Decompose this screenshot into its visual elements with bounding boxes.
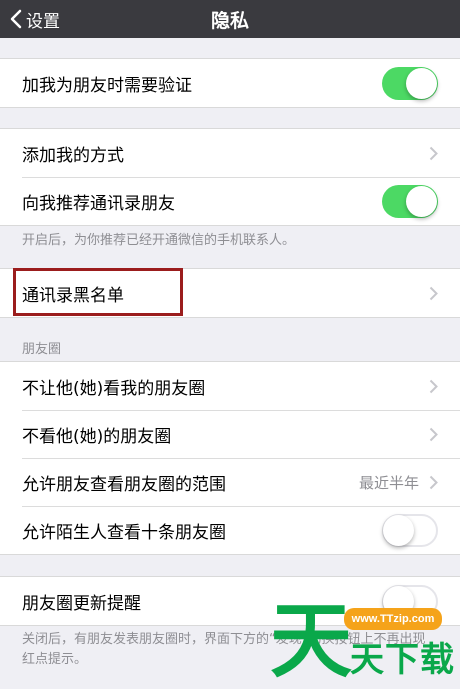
discovery-group: 添加我的方式 向我推荐通讯录朋友: [0, 128, 460, 226]
row-label: 允许朋友查看朋友圈的范围: [22, 474, 226, 495]
row-label: 不看他(她)的朋友圈: [22, 426, 172, 447]
watermark-url: www.TTzip.com: [344, 608, 442, 630]
row-label: 添加我的方式: [22, 145, 124, 166]
chevron-right-icon: [429, 146, 438, 160]
row-label: 加我为朋友时需要验证: [22, 75, 192, 96]
row-friend-verification: 加我为朋友时需要验证: [0, 59, 460, 107]
highlight-annotation: [13, 268, 183, 316]
chevron-right-icon: [429, 427, 438, 441]
chevron-right-icon: [429, 475, 438, 489]
chevron-right-icon: [429, 379, 438, 393]
watermark-logo: 天 天下载 www.TTzip.com: [270, 598, 460, 689]
verification-group: 加我为朋友时需要验证: [0, 58, 460, 108]
row-add-me-methods[interactable]: 添加我的方式: [0, 129, 460, 177]
row-label: 向我推荐通讯录朋友: [22, 193, 175, 214]
page-title: 隐私: [210, 9, 249, 32]
recommend-contacts-toggle[interactable]: [382, 184, 438, 218]
chevron-right-icon: [429, 286, 438, 300]
row-hide-their-moments[interactable]: 不看他(她)的朋友圈: [0, 410, 460, 458]
navigation-bar: 设置 隐私: [0, 0, 460, 38]
row-label: 允许陌生人查看十条朋友圈: [22, 522, 226, 543]
toggle-knob: [406, 67, 437, 99]
moments-range-value: 最近半年: [358, 473, 419, 492]
moments-group: 不让他(她)看我的朋友圈 不看他(她)的朋友圈 允许朋友查看朋友圈的范围 最近半…: [0, 361, 460, 555]
row-stranger-view: 允许陌生人查看十条朋友圈: [0, 506, 460, 554]
moments-section-header: 朋友圈: [22, 342, 62, 357]
stranger-view-toggle[interactable]: [382, 513, 438, 547]
row-moments-range[interactable]: 允许朋友查看朋友圈的范围 最近半年: [0, 458, 460, 506]
watermark-big-char: 天: [270, 594, 353, 689]
friend-verification-toggle[interactable]: [382, 66, 438, 100]
row-hide-my-moments[interactable]: 不让他(她)看我的朋友圈: [0, 362, 460, 410]
row-label: 不让他(她)看我的朋友圈: [22, 378, 206, 399]
row-recommend-contacts: 向我推荐通讯录朋友: [0, 177, 460, 225]
toggle-knob: [406, 185, 437, 217]
recommend-note: 开启后，为你推荐已经开通微信的手机联系人。: [22, 233, 296, 248]
watermark-brand-text: 天下载: [350, 640, 455, 680]
toggle-knob: [383, 514, 414, 546]
